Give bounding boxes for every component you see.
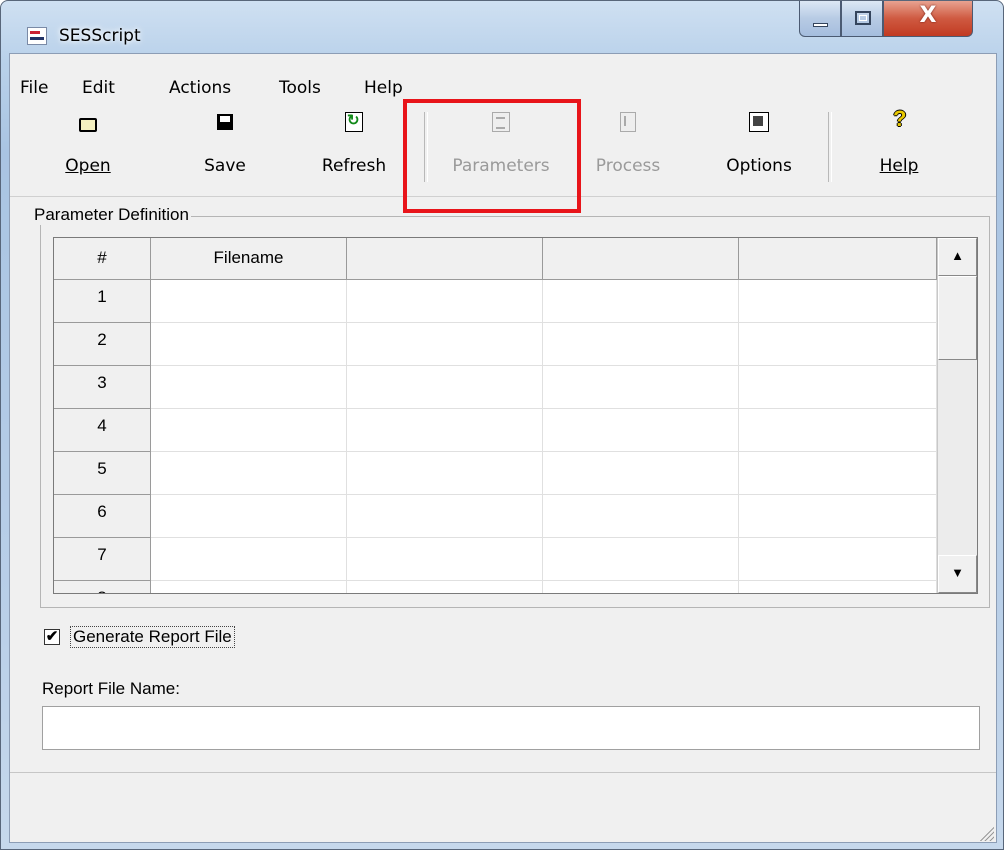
help-button[interactable]: Help [859,106,939,182]
grid-cell[interactable] [543,409,739,452]
save-button[interactable]: Save [185,110,265,182]
grid-cell[interactable] [151,452,347,495]
grid-cell[interactable] [543,366,739,409]
grid-cell[interactable] [151,538,347,581]
grid-cell[interactable] [543,495,739,538]
column-header-filename[interactable]: Filename [151,238,347,280]
scroll-thumb[interactable] [938,276,977,360]
column-header-number[interactable]: # [54,238,151,280]
window-title: SESScript [59,26,141,46]
row-header[interactable]: 8 [54,581,151,593]
close-button[interactable]: X [883,1,973,37]
grid-cell[interactable] [739,280,937,323]
grid-cell[interactable] [347,280,543,323]
grid-cell[interactable] [347,495,543,538]
grid-cell[interactable] [739,323,937,366]
grid-cell[interactable] [347,409,543,452]
app-icon[interactable] [27,27,47,45]
process-label: Process [595,156,661,176]
help-label-text: Help [879,156,919,176]
client-area: File Edit Actions Tools Help Open Save R… [9,53,997,843]
grid-cell[interactable] [151,323,347,366]
menu-tools[interactable]: Tools [279,78,321,98]
help-icon [891,106,907,132]
grid-cell[interactable] [739,538,937,581]
close-icon: X [919,3,937,28]
grid-cell[interactable] [151,366,347,409]
app-window: SESScript X File Edit Actions Tools Help… [0,0,1004,850]
generate-report-checkbox[interactable]: ✔ [44,629,60,645]
maximize-icon [855,11,871,25]
maximize-button[interactable] [841,1,883,37]
menu-help[interactable]: Help [364,78,403,98]
grid-cell[interactable] [543,323,739,366]
scroll-down-arrow-icon[interactable]: ▼ [938,555,977,593]
process-button[interactable]: Process [588,110,668,182]
grid-cell[interactable] [151,409,347,452]
grid-cell[interactable] [347,366,543,409]
grid-cell[interactable] [543,280,739,323]
grid-cell[interactable] [151,495,347,538]
grid-cell[interactable] [347,323,543,366]
open-label: Open [28,156,148,176]
minimize-button[interactable] [799,1,841,37]
parameter-grid[interactable]: # Filename 12345678 ▲ ▼ [53,237,978,594]
folder-open-icon [79,118,97,132]
row-header[interactable]: 2 [54,323,151,366]
toolbar-separator [828,112,832,182]
menu-file[interactable]: File [20,78,48,98]
process-icon [620,112,636,132]
open-label-text: Open [65,156,111,176]
grid-cell[interactable] [739,581,937,593]
grid-cell[interactable] [739,366,937,409]
column-header-3[interactable] [347,238,543,280]
refresh-button[interactable]: Refresh [314,110,394,182]
options-label: Options [726,156,792,176]
grid-cell[interactable] [347,538,543,581]
options-button[interactable]: Options [719,110,799,182]
row-header[interactable]: 7 [54,538,151,581]
grid-cell[interactable] [543,581,739,593]
refresh-icon [345,111,363,132]
grid-cell[interactable] [543,538,739,581]
menu-edit[interactable]: Edit [82,78,115,98]
open-button[interactable]: Open [48,110,128,182]
save-label: Save [204,156,246,176]
row-header[interactable]: 6 [54,495,151,538]
menu-actions[interactable]: Actions [169,78,231,98]
grid-cell[interactable] [739,452,937,495]
help-label: Help [839,156,959,176]
row-header[interactable]: 4 [54,409,151,452]
row-header[interactable]: 1 [54,280,151,323]
report-file-name-label: Report File Name: [42,679,180,698]
grid-cell[interactable] [739,495,937,538]
highlight-box [403,99,581,213]
column-header-5[interactable] [739,238,937,280]
row-header[interactable]: 3 [54,366,151,409]
grid-cell[interactable] [543,452,739,495]
title-bar[interactable]: SESScript X [1,1,1003,53]
refresh-label: Refresh [321,156,387,176]
grid-cell[interactable] [739,409,937,452]
grid-cell[interactable] [347,581,543,593]
menu-bar: File Edit Actions Tools Help [10,54,996,100]
minimize-icon [813,23,828,27]
report-file-name-input[interactable] [42,706,980,750]
row-header[interactable]: 5 [54,452,151,495]
floppy-disk-icon [217,114,233,130]
group-label: Parameter Definition [32,205,191,225]
grid-cell[interactable] [347,452,543,495]
vertical-scrollbar[interactable]: ▲ ▼ [937,238,977,593]
grid-cell[interactable] [151,581,347,593]
column-header-4[interactable] [543,238,739,280]
scroll-up-arrow-icon[interactable]: ▲ [938,238,977,276]
options-icon [749,112,769,132]
grid-cell[interactable] [151,280,347,323]
status-bar [10,772,996,843]
resize-grip-icon[interactable] [978,825,994,841]
generate-report-label[interactable]: Generate Report File [70,626,235,648]
